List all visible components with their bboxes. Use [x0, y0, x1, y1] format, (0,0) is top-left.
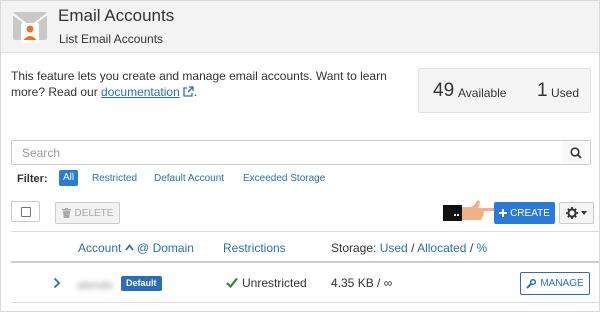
search-icon [570, 146, 582, 159]
checkbox-box [21, 207, 31, 217]
search-bar [11, 140, 591, 165]
sort-percent-link[interactable]: % [477, 241, 488, 255]
envelope-user-icon [12, 12, 48, 43]
plus-icon [499, 209, 508, 217]
select-all-checkbox[interactable] [11, 201, 40, 222]
sort-used-link[interactable]: Used [380, 241, 408, 255]
filter-restricted[interactable]: Restricted [92, 173, 137, 184]
restriction-status: Unrestricted [242, 276, 307, 290]
sort-restrictions-link[interactable]: Restrictions [223, 241, 286, 255]
search-input[interactable] [12, 141, 563, 164]
sort-domain-link[interactable]: @ Domain [137, 241, 194, 255]
intro-text-after: . [193, 85, 198, 99]
page-subtitle: List Email Accounts [59, 32, 164, 46]
documentation-link[interactable]: documentation [101, 85, 180, 99]
storage-value: 4.35 KB / ∞ [331, 276, 393, 290]
storage-separator: / [411, 241, 415, 255]
page-title: Email Accounts [58, 6, 175, 25]
filter-default-account[interactable]: Default Account [154, 173, 224, 184]
filter-exceeded-storage[interactable]: Exceeded Storage [243, 173, 325, 184]
delete-label: DELETE [74, 207, 114, 219]
create-button[interactable]: CREATE [494, 202, 555, 224]
caret-down-icon [581, 211, 587, 215]
external-link-icon[interactable] [183, 86, 194, 97]
storage-label: Storage: [331, 241, 377, 255]
available-label: Available [458, 86, 507, 100]
row-divider [11, 302, 599, 303]
check-icon [226, 277, 238, 288]
table-top-divider [11, 231, 599, 232]
column-account: Account @ Domain [78, 241, 194, 255]
filter-all[interactable]: All [59, 170, 78, 186]
manage-button[interactable]: MANAGE [520, 272, 590, 295]
column-storage: Storage: Used / Allocated / % [331, 241, 487, 255]
table-header-divider [11, 261, 599, 263]
used-count: 1 [537, 80, 548, 101]
intro-text: This feature lets you create and manage … [11, 68, 411, 100]
chevron-right-icon[interactable] [53, 277, 61, 289]
filter-label: Filter: [17, 173, 48, 185]
sort-up-icon[interactable] [124, 244, 134, 251]
intro-text-before: This feature lets you create and manage … [11, 69, 387, 99]
sort-account-link[interactable]: Account [78, 241, 121, 255]
used-label: Used [551, 86, 580, 100]
pointing-hand-icon [443, 200, 498, 221]
settings-dropdown-button[interactable] [559, 202, 594, 224]
page-header: Email Accounts List Email Accounts [1, 1, 599, 53]
search-button[interactable] [562, 141, 590, 164]
default-badge: Default [121, 276, 162, 291]
column-restrictions: Restrictions [223, 241, 286, 255]
gear-icon [566, 207, 578, 219]
storage-separator-2: / [469, 241, 474, 255]
sort-allocated-link[interactable]: Allocated [417, 241, 466, 255]
account-stats: 49 Available 1 Used [418, 68, 591, 113]
account-name[interactable]: alendo [77, 278, 113, 292]
delete-button[interactable]: DELETE [55, 202, 120, 224]
wrench-icon [526, 278, 537, 289]
manage-label: MANAGE [540, 278, 584, 289]
email-accounts-panel: Email Accounts List Email Accounts This … [0, 0, 600, 312]
available-count: 49 [433, 80, 455, 101]
create-label: CREATE [510, 207, 550, 219]
trash-icon [61, 208, 71, 218]
